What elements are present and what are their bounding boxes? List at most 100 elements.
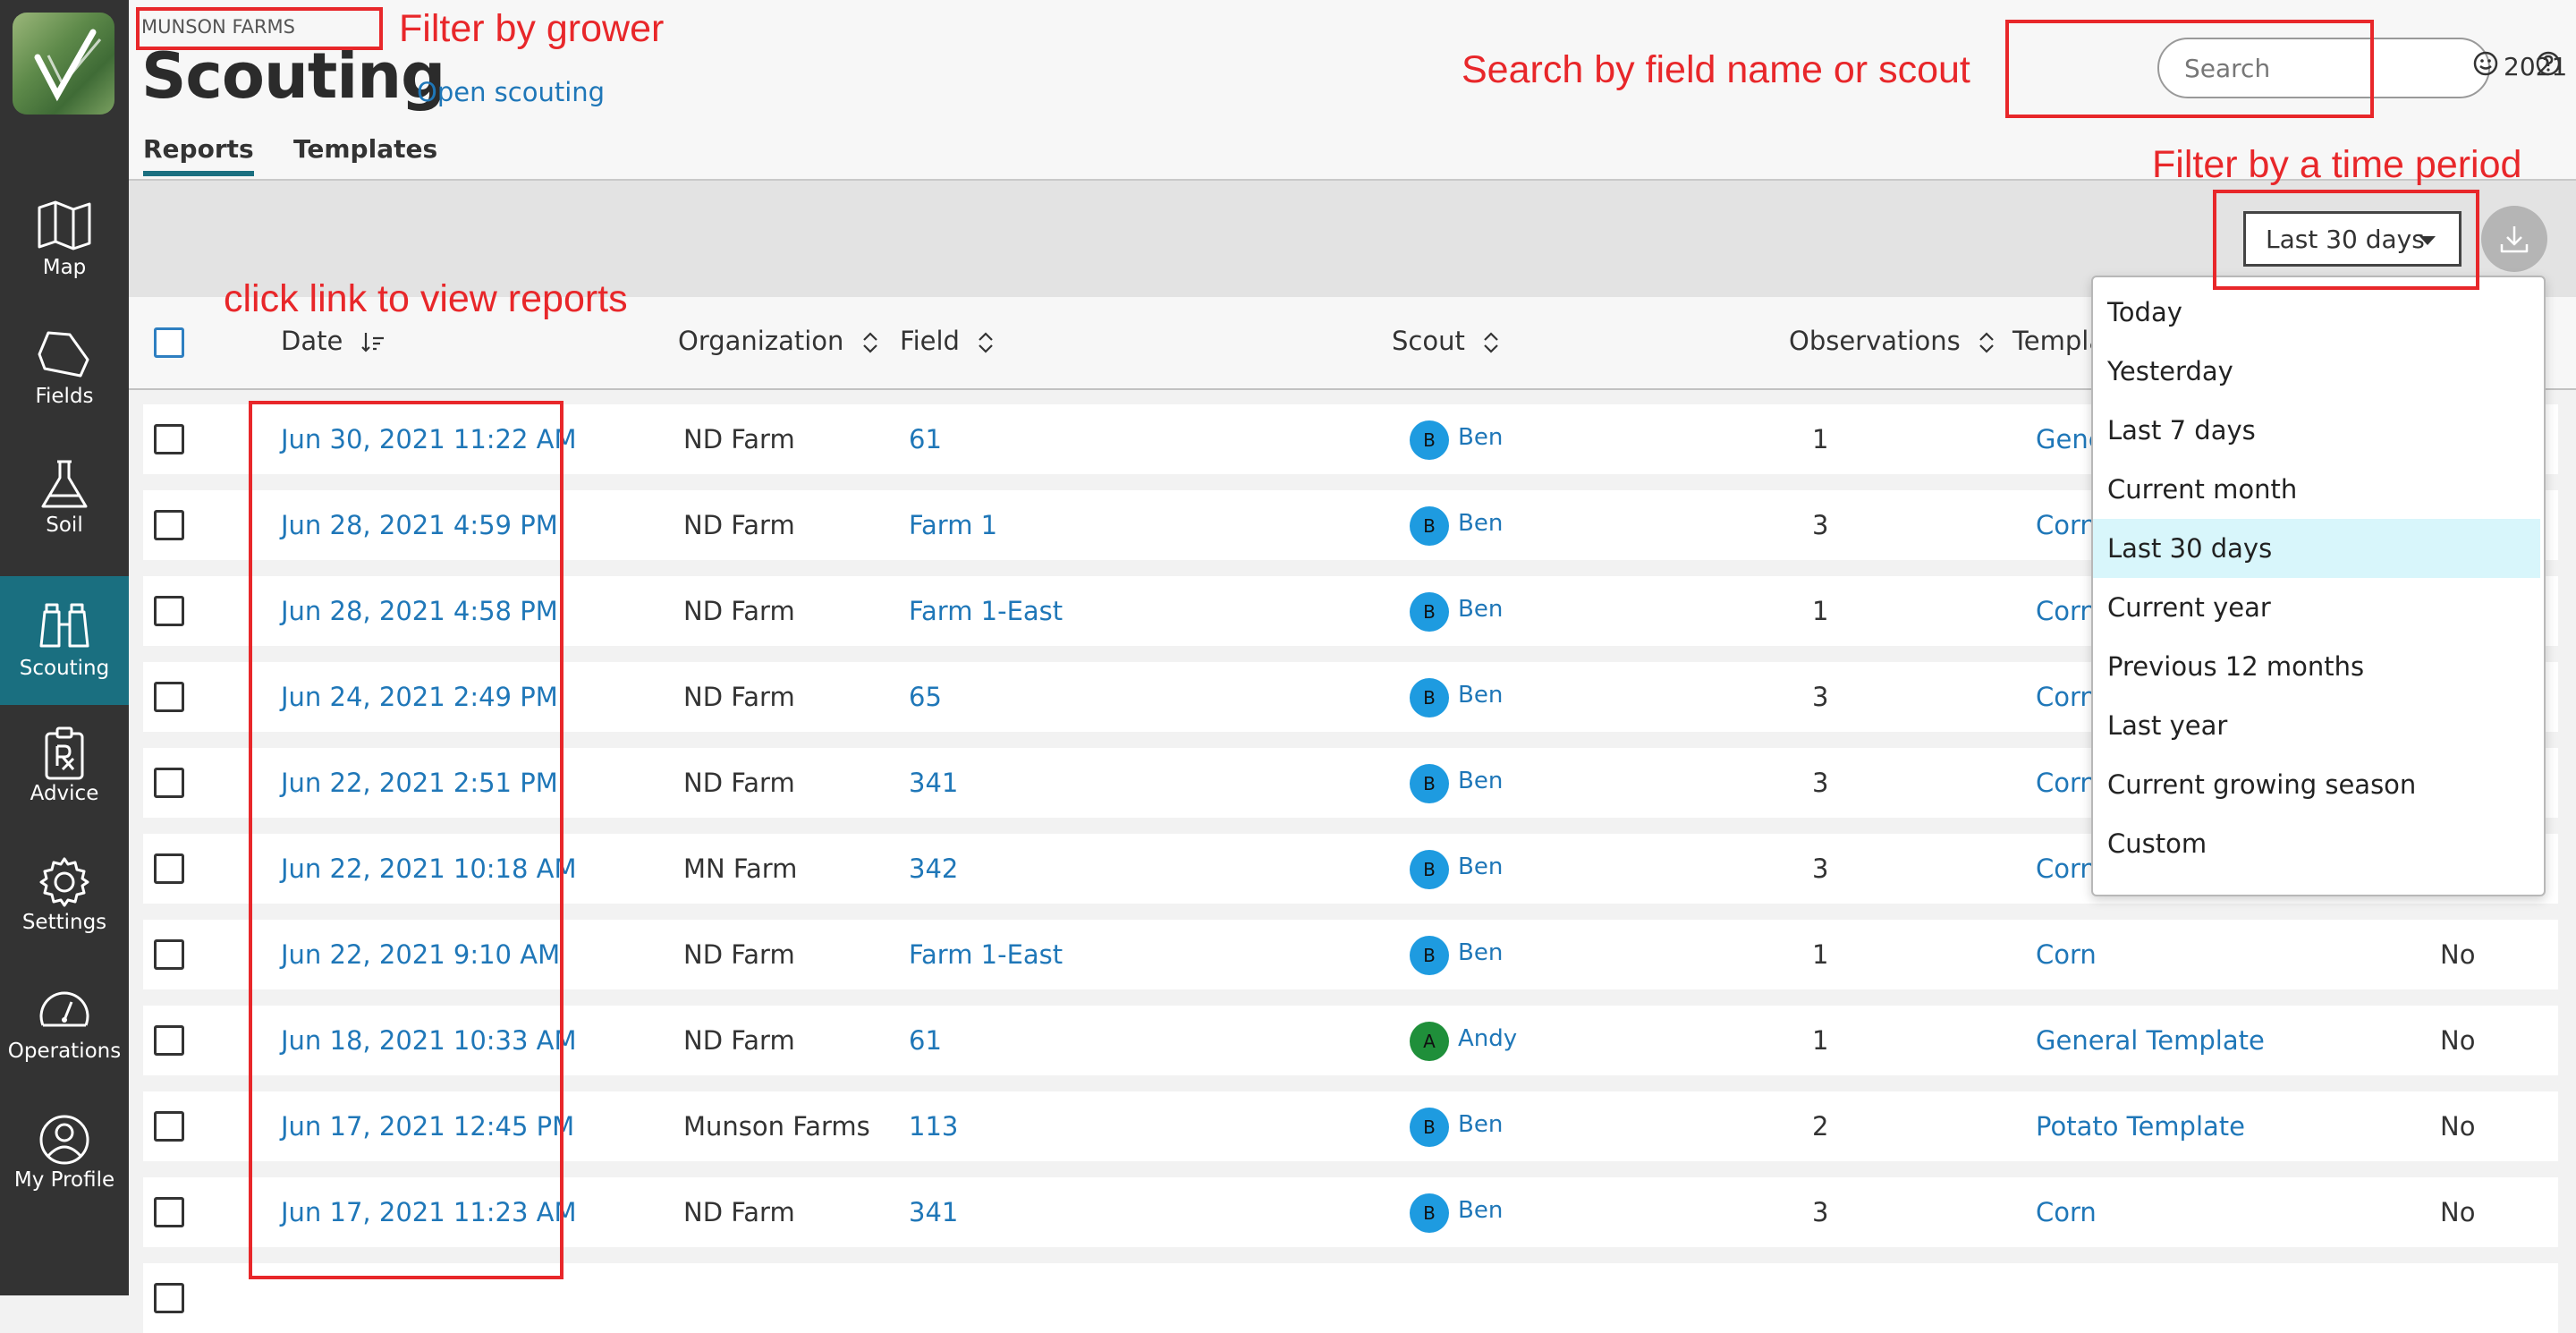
annotation-time-box — [2213, 190, 2479, 290]
column-header-date[interactable]: Date — [281, 326, 386, 356]
row-checkbox[interactable] — [154, 768, 184, 798]
user-icon — [39, 1115, 89, 1165]
row-checkbox[interactable] — [154, 596, 184, 626]
row-checkbox[interactable] — [154, 510, 184, 540]
scout-link[interactable]: Ben — [1458, 682, 1503, 709]
row-checkbox[interactable] — [154, 1197, 184, 1227]
template-link[interactable]: Corn — [2036, 510, 2097, 540]
open-scouting-link[interactable]: Open scouting — [417, 77, 605, 107]
field-link[interactable]: 341 — [909, 1197, 958, 1227]
flask-icon — [41, 460, 88, 508]
organization-cell: ND Farm — [683, 596, 795, 626]
field-link[interactable]: Farm 1 — [909, 510, 997, 540]
smiley-icon[interactable] — [2472, 50, 2499, 77]
organization-cell: ND Farm — [683, 682, 795, 712]
annotation-reports-text: click link to view reports — [224, 277, 628, 320]
sidebar-item-label: Advice — [30, 782, 99, 805]
organization-cell: ND Farm — [683, 1025, 795, 1056]
field-link[interactable]: Farm 1-East — [909, 596, 1063, 626]
row-checkbox[interactable] — [154, 1283, 184, 1313]
field-link[interactable]: 113 — [909, 1111, 958, 1142]
sidebar-item-my-profile[interactable]: My Profile — [0, 1091, 129, 1208]
template-link[interactable]: Corn — [2036, 853, 2097, 884]
organization-cell: MN Farm — [683, 853, 798, 884]
tab-templates[interactable]: Templates — [293, 134, 437, 171]
prescription-icon — [45, 726, 84, 780]
field-link[interactable]: 65 — [909, 682, 942, 712]
help-icon[interactable] — [2535, 50, 2562, 77]
field-link[interactable]: 61 — [909, 424, 942, 454]
tab-reports[interactable]: Reports — [143, 134, 254, 176]
template-link[interactable]: General Template — [2036, 1025, 2265, 1056]
time-range-option[interactable]: Yesterday — [2093, 342, 2540, 401]
time-range-option[interactable]: Current month — [2093, 460, 2540, 519]
template-link[interactable]: Corn — [2036, 768, 2097, 798]
sidebar-item-label: Map — [42, 256, 87, 279]
download-button[interactable] — [2481, 206, 2547, 272]
scout-avatar: B — [1410, 592, 1449, 632]
scout-link[interactable]: Ben — [1458, 939, 1503, 966]
column-header-field[interactable]: Field — [900, 326, 995, 356]
organization-cell: ND Farm — [683, 939, 795, 970]
time-range-option[interactable]: Last 7 days — [2093, 401, 2540, 460]
time-range-option[interactable]: Current growing season — [2093, 755, 2540, 814]
sidebar-item-advice[interactable]: Advice — [0, 705, 129, 821]
time-range-option[interactable]: Current year — [2093, 578, 2540, 637]
scout-link[interactable]: Ben — [1458, 768, 1503, 794]
sidebar-item-settings[interactable]: Settings — [0, 834, 129, 950]
field-link[interactable]: 341 — [909, 768, 958, 798]
observations-cell: 3 — [1812, 682, 1829, 712]
time-range-option[interactable]: Last 30 days — [2093, 519, 2540, 578]
time-range-option[interactable]: Previous 12 months — [2093, 637, 2540, 696]
time-range-option[interactable]: Today — [2093, 283, 2540, 342]
field-link[interactable]: 61 — [909, 1025, 942, 1056]
template-link[interactable]: Corn — [2036, 939, 2097, 970]
template-link[interactable]: Corn — [2036, 596, 2097, 626]
observations-cell: 1 — [1812, 424, 1829, 454]
scout-link[interactable]: Andy — [1458, 1025, 1517, 1052]
sidebar-item-operations[interactable]: Operations — [0, 963, 129, 1079]
column-header-label: Observations — [1789, 326, 1961, 356]
sidebar-item-label: My Profile — [13, 1168, 115, 1192]
time-range-menu: Today Yesterday Last 7 days Current month La… — [2091, 276, 2546, 896]
scout-avatar: A — [1410, 1022, 1449, 1061]
sidebar-item-map[interactable]: Map — [0, 179, 129, 295]
scout-link[interactable]: Ben — [1458, 853, 1503, 880]
column-header-observations[interactable]: Observations — [1789, 326, 1996, 356]
scout-link[interactable]: Ben — [1458, 1111, 1503, 1138]
row-checkbox[interactable] — [154, 682, 184, 712]
sidebar-item-fields[interactable]: Fields — [0, 308, 129, 424]
scout-link[interactable]: Ben — [1458, 510, 1503, 537]
sidebar-item-scouting[interactable]: Scouting — [0, 576, 129, 705]
column-header-organization[interactable]: Organization — [678, 326, 879, 356]
sidebar: Map Fields Soil Scouting Advice Settings… — [0, 0, 129, 1295]
row-checkbox[interactable] — [154, 1025, 184, 1056]
template-link[interactable]: Potato Template — [2036, 1111, 2245, 1142]
scout-link[interactable]: Ben — [1458, 1197, 1503, 1224]
row-checkbox[interactable] — [154, 424, 184, 454]
field-link[interactable]: 342 — [909, 853, 958, 884]
field-link[interactable]: Farm 1-East — [909, 939, 1063, 970]
column-header-label: Organization — [678, 326, 844, 356]
time-range-option[interactable]: Last year — [2093, 696, 2540, 755]
sidebar-item-label: Fields — [35, 385, 94, 408]
row-checkbox[interactable] — [154, 939, 184, 970]
row-checkbox[interactable] — [154, 853, 184, 884]
column-header-scout[interactable]: Scout — [1392, 326, 1500, 356]
time-range-option[interactable]: Custom — [2093, 814, 2540, 873]
template-link[interactable]: Corn — [2036, 1197, 2097, 1227]
scout-link[interactable]: Ben — [1458, 596, 1503, 623]
binoculars-icon — [39, 603, 89, 648]
app-logo[interactable] — [13, 13, 114, 115]
observations-cell: 2 — [1812, 1111, 1829, 1142]
scout-link[interactable]: Ben — [1458, 424, 1503, 451]
sort-descending-icon — [360, 333, 384, 352]
sort-icon — [979, 332, 993, 353]
status-cell: No — [2440, 939, 2476, 970]
logo-mark-icon — [34, 29, 102, 102]
sidebar-item-soil[interactable]: Soil — [0, 437, 129, 553]
status-cell: No — [2440, 1025, 2476, 1056]
select-all-checkbox[interactable] — [154, 327, 184, 358]
template-link[interactable]: Corn — [2036, 682, 2097, 712]
row-checkbox[interactable] — [154, 1111, 184, 1142]
